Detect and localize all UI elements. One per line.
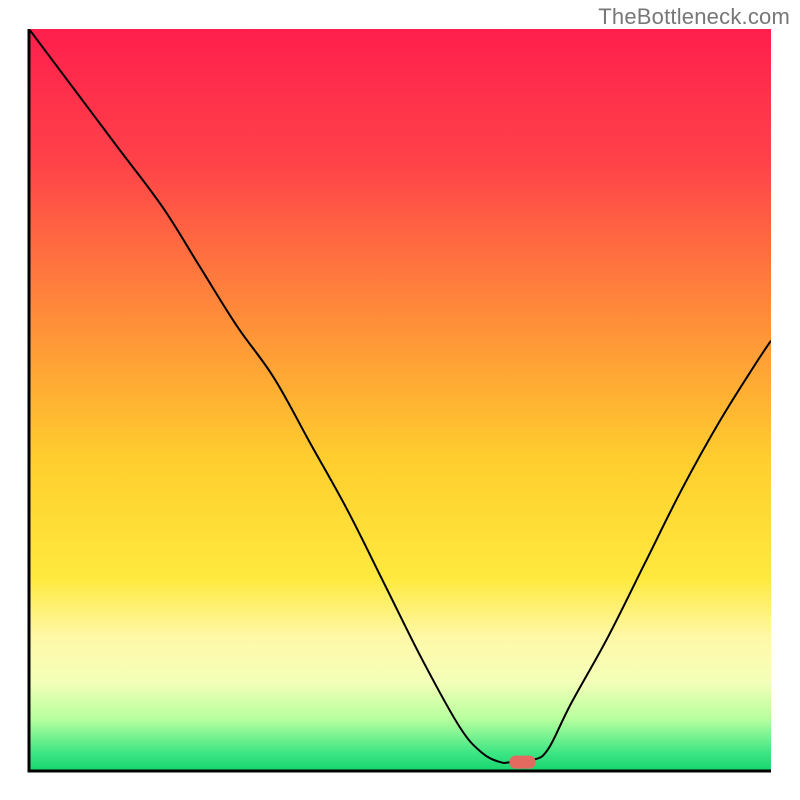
gradient-background xyxy=(29,29,771,771)
optimal-marker xyxy=(509,756,535,769)
watermark-text: TheBottleneck.com xyxy=(598,4,790,30)
chart-stage: TheBottleneck.com xyxy=(0,0,800,800)
bottleneck-chart xyxy=(0,0,800,800)
